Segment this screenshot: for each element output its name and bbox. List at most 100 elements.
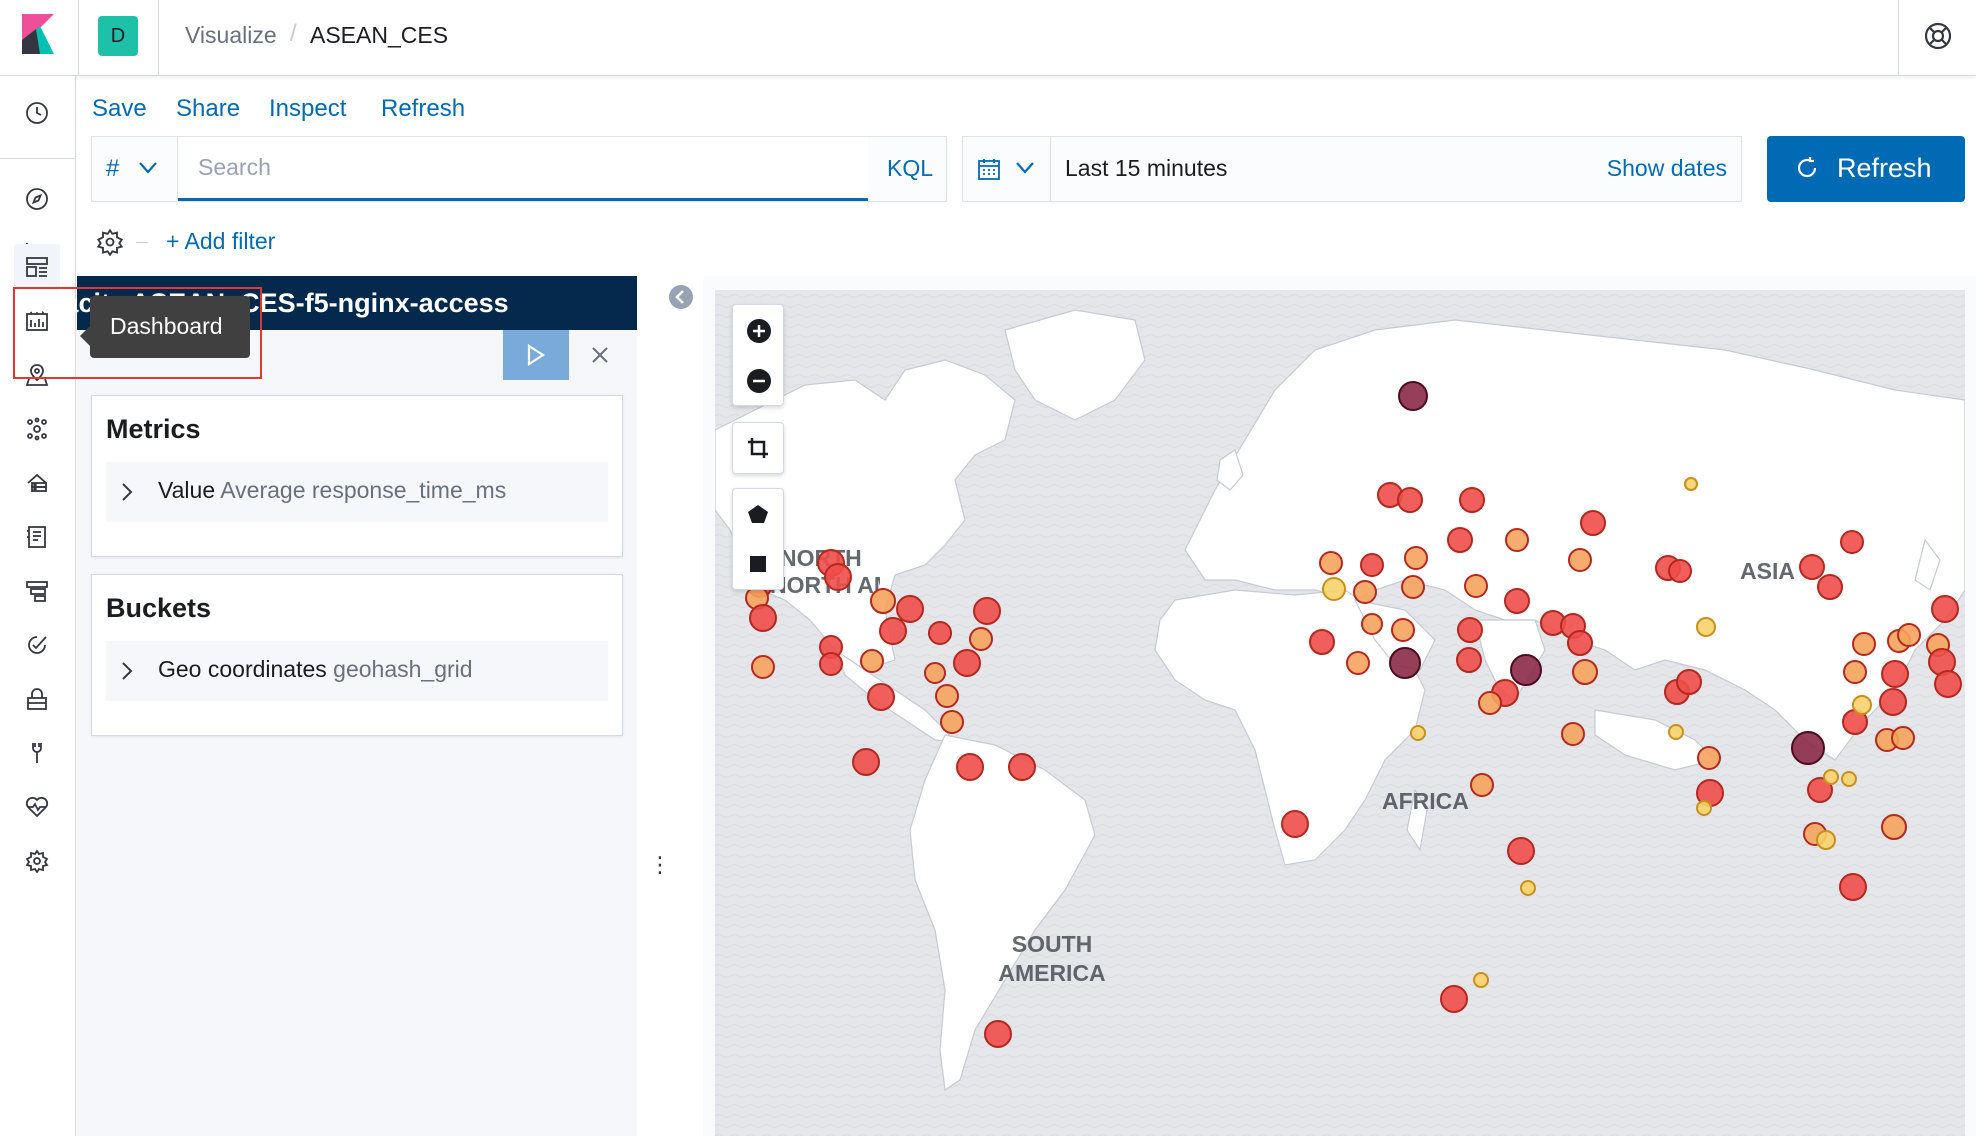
geohash-marker[interactable] bbox=[1567, 630, 1593, 656]
geohash-marker[interactable] bbox=[1931, 595, 1959, 623]
geohash-marker[interactable] bbox=[1361, 613, 1383, 635]
geohash-marker[interactable] bbox=[1353, 580, 1377, 604]
breadcrumb-visualize[interactable]: Visualize bbox=[185, 22, 277, 49]
geohash-marker[interactable] bbox=[1397, 487, 1423, 513]
geohash-marker[interactable] bbox=[935, 684, 959, 708]
machine-learning-icon[interactable] bbox=[14, 406, 60, 452]
geohash-marker[interactable] bbox=[1843, 660, 1867, 684]
inspect-link[interactable]: Inspect bbox=[269, 95, 346, 123]
draw-polygon-button[interactable] bbox=[733, 489, 783, 539]
geohash-marker[interactable] bbox=[1457, 617, 1483, 643]
geohash-marker[interactable] bbox=[1791, 731, 1825, 765]
geohash-marker[interactable] bbox=[1319, 551, 1343, 575]
geohash-marker[interactable] bbox=[1839, 873, 1867, 901]
geohash-marker[interactable] bbox=[1816, 830, 1836, 850]
geohash-marker[interactable] bbox=[860, 649, 884, 673]
geohash-marker[interactable] bbox=[879, 617, 907, 645]
geohash-marker[interactable] bbox=[1684, 477, 1698, 491]
geohash-marker[interactable] bbox=[953, 649, 981, 677]
kibana-logo-icon[interactable] bbox=[18, 14, 58, 54]
geohash-marker[interactable] bbox=[1456, 647, 1482, 673]
geohash-marker[interactable] bbox=[1841, 771, 1857, 787]
save-link[interactable]: Save bbox=[92, 95, 147, 123]
geohash-marker[interactable] bbox=[1852, 695, 1872, 715]
time-range-text[interactable]: Last 15 minutes bbox=[1065, 155, 1227, 182]
geohash-marker[interactable] bbox=[1464, 574, 1488, 598]
refresh-link[interactable]: Refresh bbox=[381, 95, 465, 123]
geohash-marker[interactable] bbox=[1470, 773, 1494, 797]
dashboard-icon[interactable] bbox=[14, 244, 60, 290]
geohash-marker[interactable] bbox=[1799, 554, 1825, 580]
geohash-marker[interactable] bbox=[1879, 688, 1907, 716]
geohash-marker[interactable] bbox=[1510, 654, 1542, 686]
zoom-out-button[interactable] bbox=[733, 355, 783, 405]
geohash-marker[interactable] bbox=[1389, 647, 1421, 679]
geohash-marker[interactable] bbox=[1561, 722, 1585, 746]
geohash-marker[interactable] bbox=[1401, 575, 1425, 599]
uptime-icon[interactable] bbox=[14, 622, 60, 668]
help-icon[interactable] bbox=[1922, 20, 1954, 52]
geohash-marker[interactable] bbox=[984, 1020, 1012, 1048]
filter-options-gear-icon[interactable] bbox=[96, 228, 124, 256]
apm-icon[interactable] bbox=[14, 568, 60, 614]
geohash-marker[interactable] bbox=[1852, 632, 1876, 656]
geohash-marker[interactable] bbox=[1934, 670, 1962, 698]
discard-changes-close-icon[interactable] bbox=[587, 342, 613, 368]
refresh-button[interactable]: Refresh bbox=[1767, 136, 1965, 202]
geohash-marker[interactable] bbox=[928, 621, 952, 645]
geohash-marker[interactable] bbox=[1817, 574, 1843, 600]
geohash-marker[interactable] bbox=[1697, 746, 1721, 770]
quick-select-button[interactable] bbox=[963, 137, 1051, 201]
geohash-marker[interactable] bbox=[1410, 725, 1426, 741]
geohash-marker[interactable] bbox=[1881, 660, 1909, 688]
geohash-marker[interactable] bbox=[940, 710, 964, 734]
geohash-marker[interactable] bbox=[1504, 588, 1530, 614]
geohash-marker[interactable] bbox=[1840, 530, 1864, 554]
geohash-marker[interactable] bbox=[1668, 724, 1684, 740]
geohash-marker[interactable] bbox=[1676, 669, 1702, 695]
geohash-marker[interactable] bbox=[870, 588, 896, 614]
geohash-marker[interactable] bbox=[1398, 381, 1428, 411]
geohash-marker[interactable] bbox=[1473, 972, 1489, 988]
metric-agg-row[interactable]: Value Average response_time_ms bbox=[106, 462, 608, 522]
geohash-marker[interactable] bbox=[1478, 691, 1502, 715]
geohash-marker[interactable] bbox=[1440, 985, 1468, 1013]
resize-handle[interactable]: ⋮ bbox=[649, 852, 671, 878]
geohash-marker[interactable] bbox=[1696, 617, 1716, 637]
geohash-marker[interactable] bbox=[749, 604, 777, 632]
geohash-marker[interactable] bbox=[1668, 559, 1692, 583]
geohash-marker[interactable] bbox=[1281, 810, 1309, 838]
saved-query-button[interactable]: # bbox=[92, 137, 178, 201]
geohash-marker[interactable] bbox=[973, 597, 1001, 625]
geohash-marker[interactable] bbox=[819, 652, 843, 676]
apply-changes-button[interactable] bbox=[503, 330, 569, 380]
geohash-marker[interactable] bbox=[1823, 769, 1839, 785]
logs-icon[interactable] bbox=[14, 514, 60, 560]
search-input[interactable] bbox=[178, 137, 868, 201]
add-filter-button[interactable]: + Add filter bbox=[166, 228, 275, 255]
geohash-marker[interactable] bbox=[969, 627, 993, 651]
dev-tools-wrench-icon[interactable] bbox=[14, 730, 60, 776]
query-language-button[interactable]: KQL bbox=[887, 155, 933, 182]
geohash-marker[interactable] bbox=[924, 662, 946, 684]
geohash-marker[interactable] bbox=[956, 753, 984, 781]
collapse-sidebar-icon[interactable] bbox=[668, 284, 694, 310]
geohash-marker[interactable] bbox=[751, 655, 775, 679]
geohash-marker[interactable] bbox=[1008, 753, 1036, 781]
fit-data-bounds-button[interactable] bbox=[733, 423, 783, 473]
geohash-marker[interactable] bbox=[1881, 814, 1907, 840]
geohash-marker[interactable] bbox=[1572, 659, 1598, 685]
siem-lock-icon[interactable] bbox=[14, 676, 60, 722]
geohash-marker[interactable] bbox=[867, 683, 895, 711]
geohash-marker[interactable] bbox=[824, 563, 852, 591]
geohash-marker[interactable] bbox=[1580, 510, 1606, 536]
geohash-marker[interactable] bbox=[1507, 837, 1535, 865]
share-link[interactable]: Share bbox=[176, 95, 240, 123]
space-avatar[interactable]: D bbox=[98, 16, 138, 56]
show-dates-link[interactable]: Show dates bbox=[1607, 155, 1727, 182]
geohash-marker[interactable] bbox=[896, 595, 924, 623]
geohash-marker[interactable] bbox=[1568, 548, 1592, 572]
bucket-agg-row[interactable]: Geo coordinates geohash_grid bbox=[106, 641, 608, 701]
discover-compass-icon[interactable] bbox=[14, 176, 60, 222]
geohash-marker[interactable] bbox=[1897, 623, 1921, 647]
